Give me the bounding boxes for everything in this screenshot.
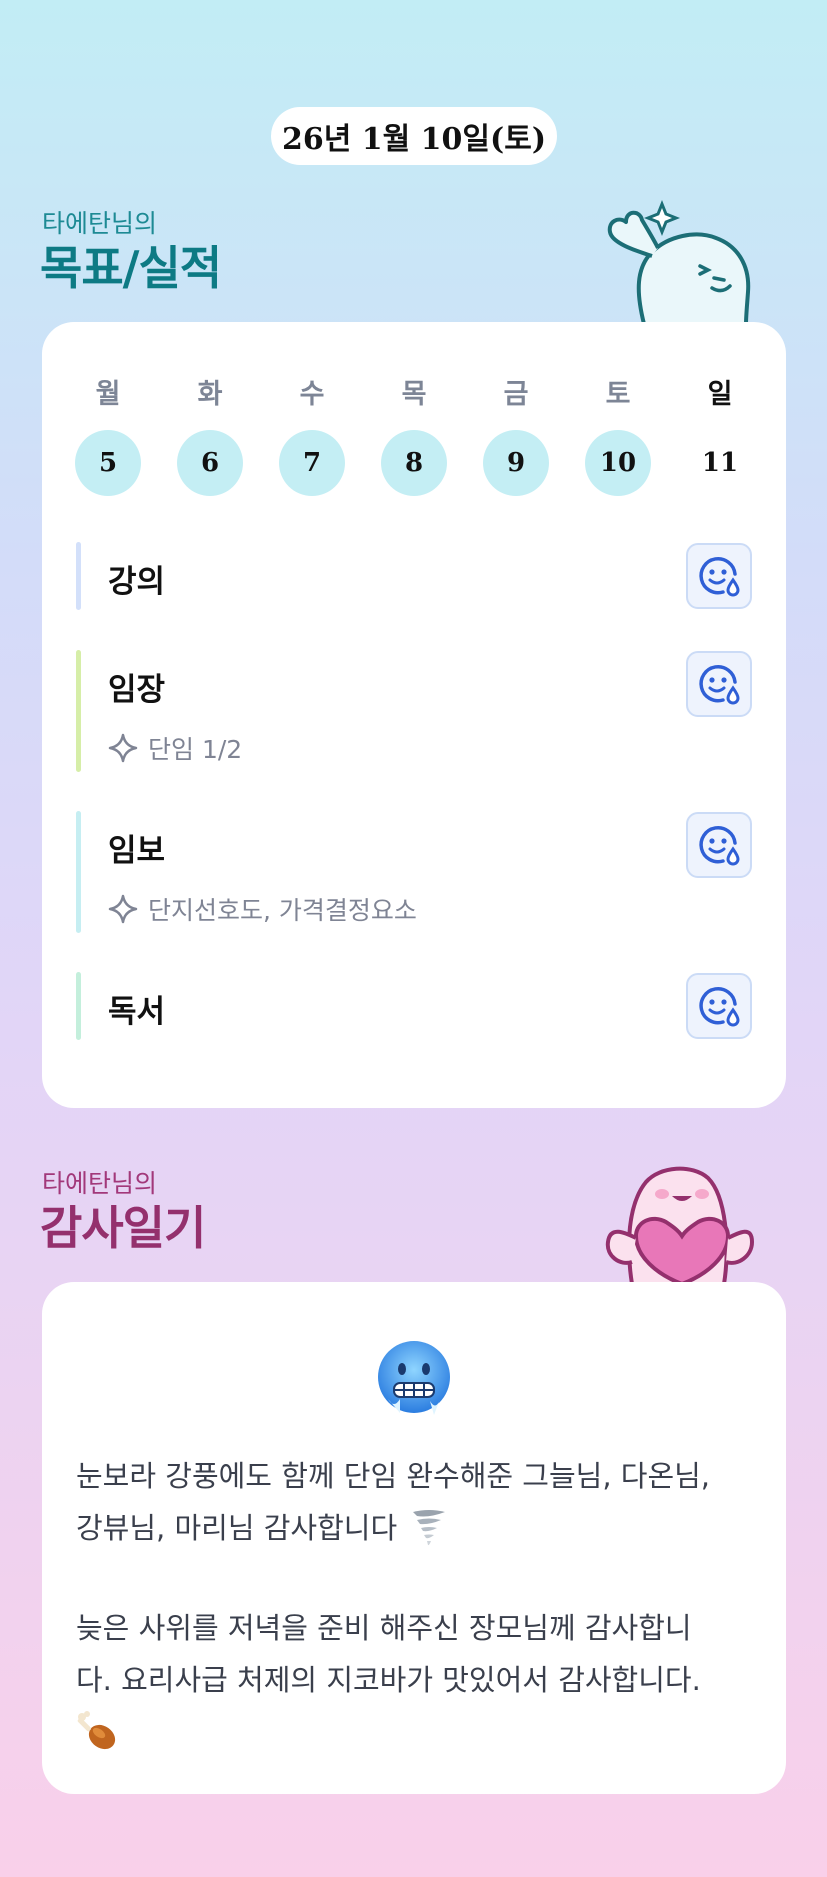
smile-sweat-icon	[699, 665, 740, 705]
weekday-thu: 목	[401, 379, 427, 410]
task-row: 독서	[76, 972, 752, 1040]
gratitude-line: 강뷰님, 마리님 감사합니다	[76, 1502, 756, 1554]
weekday-sat: 토	[605, 379, 631, 410]
cold-face-emoji	[378, 1341, 450, 1415]
weekday-tue: 화	[197, 379, 223, 410]
smile-sweat-icon	[699, 826, 740, 866]
task-note: 단임 1/2	[108, 730, 242, 766]
task-note-text: 단지선호도, 가격결정요소	[148, 896, 417, 925]
task-status-button[interactable]	[686, 973, 752, 1039]
task-status-button[interactable]	[686, 543, 752, 609]
task-name: 임장	[108, 672, 166, 708]
day-7[interactable]: 7	[279, 430, 345, 496]
day-6[interactable]: 6	[177, 430, 243, 496]
day-8[interactable]: 8	[381, 430, 447, 496]
gratitude-paragraph-2: 늦은 사위를 저녁을 준비 해주신 장모님께 감사합니 다. 요리사급 처제의 …	[76, 1602, 756, 1758]
gratitude-line: 다. 요리사급 처제의 지코바가 맛있어서 감사합니다.	[76, 1663, 701, 1697]
task-row: 강의	[76, 542, 752, 610]
task-color-bar	[76, 542, 81, 610]
task-name: 독서	[108, 994, 166, 1030]
sparkle-icon	[108, 894, 138, 924]
goals-title: 목표/실적	[40, 241, 222, 295]
gratitude-line-text: 강뷰님, 마리님 감사합니다	[76, 1511, 398, 1545]
task-row: 임장 단임 1/2	[76, 650, 752, 772]
task-row: 임보 단지선호도, 가격결정요소	[76, 811, 752, 933]
gratitude-line: 늦은 사위를 저녁을 준비 해주신 장모님께 감사합니	[76, 1611, 692, 1645]
sparkle-icon	[108, 733, 138, 763]
day-10[interactable]: 10	[585, 430, 651, 496]
tornado-icon	[413, 1510, 446, 1546]
gratitude-paragraph-1: 눈보라 강풍에도 함께 단임 완수해준 그늘님, 다온님, 강뷰님, 마리님 감…	[76, 1450, 756, 1554]
smile-sweat-icon	[699, 557, 740, 597]
task-color-bar	[76, 650, 81, 772]
day-5[interactable]: 5	[75, 430, 141, 496]
task-color-bar	[76, 972, 81, 1040]
weekday-mon: 월	[95, 379, 121, 410]
gratitude-card: 눈보라 강풍에도 함께 단임 완수해준 그늘님, 다온님, 강뷰님, 마리님 감…	[42, 1282, 786, 1794]
pink-mascot-illustration	[605, 1166, 755, 1284]
day-9[interactable]: 9	[483, 430, 549, 496]
day-11[interactable]: 11	[687, 430, 753, 496]
task-note: 단지선호도, 가격결정요소	[108, 891, 417, 927]
weekday-sun: 일	[707, 379, 733, 410]
poultry-leg-icon	[77, 1711, 116, 1750]
task-status-button[interactable]	[686, 651, 752, 717]
smile-sweat-icon	[699, 987, 740, 1027]
task-name: 임보	[108, 833, 166, 869]
weekday-fri: 금	[503, 379, 529, 410]
task-color-bar	[76, 811, 81, 933]
task-status-button[interactable]	[686, 812, 752, 878]
goals-card: 월 화 수 목 금 토 일 5 6 7 8 9 10 11 강의 임장 단임 1…	[42, 322, 786, 1108]
gratitude-line	[76, 1706, 756, 1758]
blue-mascot-illustration	[607, 199, 751, 324]
gratitude-line: 눈보라 강풍에도 함께 단임 완수해준 그늘님, 다온님,	[76, 1459, 711, 1493]
task-note-text: 단임 1/2	[148, 735, 243, 764]
gratitude-title: 감사일기	[40, 1201, 206, 1255]
weekday-wed: 수	[299, 379, 325, 410]
task-name: 강의	[108, 564, 166, 600]
date-pill[interactable]: 26년 1월 10일(토)	[271, 107, 557, 165]
